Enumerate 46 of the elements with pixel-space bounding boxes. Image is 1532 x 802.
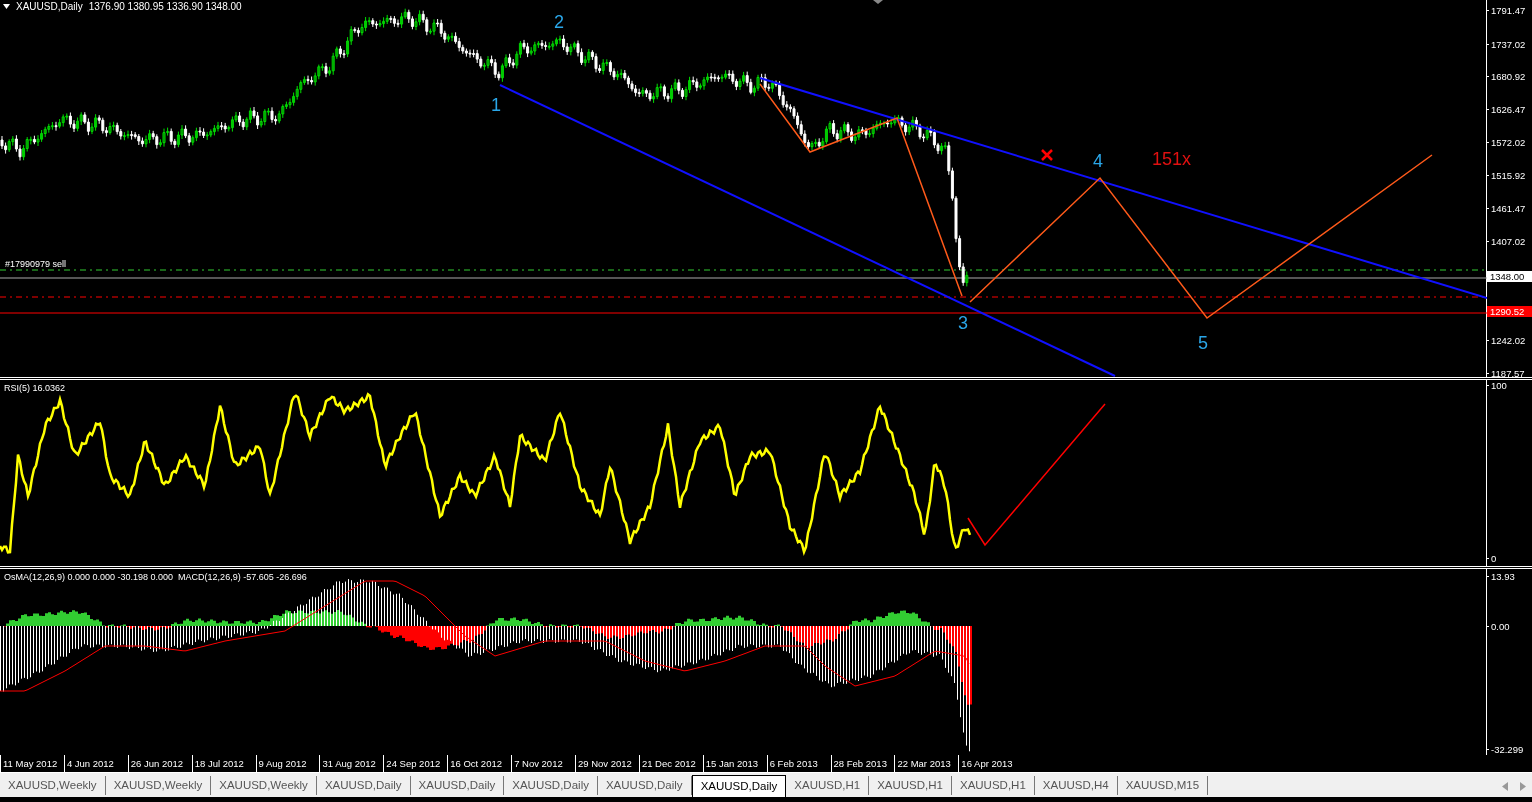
cross-marker-icon [1040, 148, 1054, 162]
price-tag: 1348.00 [1487, 271, 1532, 282]
indicator-title: OsMA(12,26,9) 0.000 0.000 -30.198 0.000 MACD(12,26,9) -57.605 -26.696 [4, 572, 307, 583]
chart-tab[interactable]: XAUUSD,Weekly [105, 776, 212, 795]
date-label: 6 Feb 2013 [766, 755, 831, 772]
chart-tab[interactable]: XAUUSD,Daily [691, 775, 787, 797]
date-label: 22 Mar 2013 [894, 755, 959, 772]
date-label: 4 Jun 2012 [63, 755, 128, 772]
date-label: 16 Oct 2012 [447, 755, 512, 772]
date-label: 21 Dec 2012 [638, 755, 703, 772]
chart-tab[interactable]: XAUUSD,M15 [1117, 776, 1209, 795]
order-label: #17990979 sell [5, 259, 67, 270]
chart-tab[interactable]: XAUUSD,H4 [1034, 776, 1118, 795]
shift-marker-icon [873, 0, 883, 4]
date-label: 15 Jan 2013 [702, 755, 767, 772]
chart-tab[interactable]: XAUUSD,H1 [951, 776, 1035, 795]
chart-tab[interactable]: XAUUSD,H1 [786, 776, 870, 795]
indicator-title: RSI(5) 16.0362 [4, 383, 66, 394]
price-tag: 1290.52 [1487, 306, 1532, 317]
wave-label: 5 [1198, 334, 1208, 352]
wave-label: 4 [1093, 152, 1103, 170]
date-label: 24 Sep 2012 [383, 755, 448, 772]
chart-tab[interactable]: XAUUSD,Daily [504, 776, 598, 795]
date-label: 16 Apr 2013 [958, 755, 1023, 772]
chart-tab[interactable]: XAUUSD,Weekly [0, 776, 106, 795]
date-label: 26 Jun 2012 [127, 755, 192, 772]
chart-tab[interactable]: XAUUSD,Daily [597, 776, 692, 795]
ohlc-values: 1376.90 1380.95 1336.90 1348.00 [88, 1, 242, 12]
annotation-label: 151x [1152, 150, 1192, 168]
date-label: 29 Nov 2012 [575, 755, 639, 772]
date-label: 31 Aug 2012 [319, 755, 384, 772]
scroll-left-icon[interactable] [1502, 782, 1508, 791]
chart-tab[interactable]: XAUUSD,Weekly [211, 776, 317, 795]
date-label: 9 Aug 2012 [255, 755, 320, 772]
date-label: 11 May 2012 [0, 755, 64, 772]
symbol-label: XAUUSD,Daily [16, 1, 83, 12]
wave-label: 1 [491, 96, 501, 114]
date-label: 7 Nov 2012 [511, 755, 575, 772]
date-label: 18 Jul 2012 [191, 755, 256, 772]
wave-label: 3 [958, 314, 968, 332]
scroll-right-icon[interactable] [1520, 782, 1526, 791]
chart-tab[interactable]: XAUUSD,Daily [410, 776, 505, 795]
date-label: 28 Feb 2013 [830, 755, 895, 772]
wave-label: 2 [554, 13, 564, 31]
chart-tab[interactable]: XAUUSD,H1 [869, 776, 952, 795]
chart-tab[interactable]: XAUUSD,Daily [316, 776, 411, 795]
